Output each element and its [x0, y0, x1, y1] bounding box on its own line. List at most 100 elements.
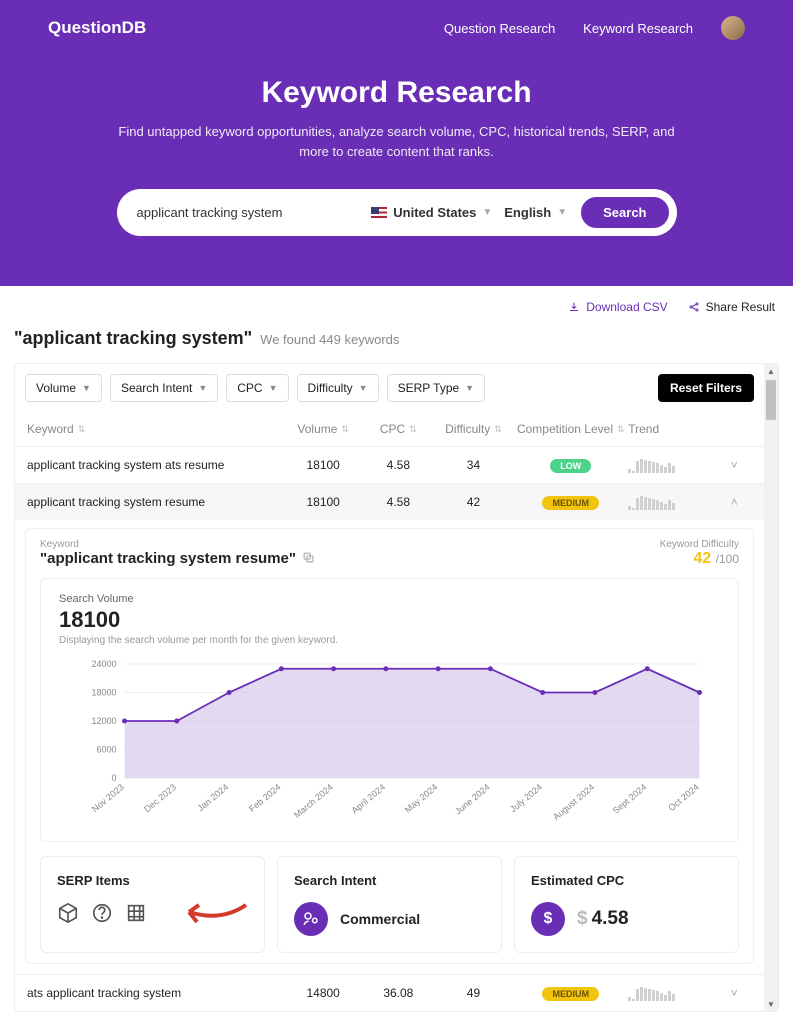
- detail-kd-label: Keyword Difficulty: [660, 539, 739, 550]
- detail-kd-value: 42: [693, 550, 711, 567]
- svg-text:Feb 2024: Feb 2024: [247, 782, 283, 814]
- serp-items-title: SERP Items: [57, 873, 248, 888]
- page-title: Keyword Research: [48, 76, 745, 110]
- cell-competition: MEDIUM: [513, 986, 628, 1001]
- svg-text:Nov 2023: Nov 2023: [90, 782, 126, 814]
- scroll-thumb[interactable]: [766, 380, 776, 420]
- expand-row-button[interactable]: ˅: [717, 986, 752, 1000]
- svg-text:Oct 2024: Oct 2024: [666, 782, 700, 813]
- cell-difficulty: 49: [434, 986, 514, 1000]
- filter-serp-type[interactable]: SERP Type▼: [387, 374, 486, 402]
- svg-text:6000: 6000: [96, 745, 116, 755]
- page-subtitle: Find untapped keyword opportunities, ana…: [117, 122, 677, 161]
- cell-keyword: applicant tracking system resume: [27, 495, 283, 509]
- svg-text:August 2024: August 2024: [551, 782, 596, 822]
- cell-keyword: ats applicant tracking system: [27, 986, 283, 1000]
- trend-sparkline: [628, 494, 716, 510]
- chart-title: Search Volume: [59, 593, 720, 605]
- table-row[interactable]: ats applicant tracking system 14800 36.0…: [15, 974, 764, 1011]
- search-button[interactable]: Search: [579, 195, 670, 230]
- search-intent-card: Search Intent Commercial: [277, 856, 502, 953]
- svg-text:May 2024: May 2024: [403, 782, 440, 815]
- trend-sparkline: [628, 457, 716, 473]
- result-keyword: "applicant tracking system": [14, 328, 252, 349]
- grid-icon: [125, 902, 147, 924]
- expand-row-button[interactable]: ˅: [717, 458, 752, 472]
- us-flag-icon: [371, 207, 387, 218]
- cell-difficulty: 42: [434, 495, 514, 509]
- question-circle-icon: [91, 902, 113, 924]
- cell-cpc: 4.58: [363, 495, 434, 509]
- col-keyword[interactable]: Keyword⇅: [27, 422, 283, 436]
- cell-volume: 18100: [283, 458, 363, 472]
- serp-items-card: SERP Items: [40, 856, 265, 953]
- search-input[interactable]: [137, 205, 360, 220]
- copy-icon[interactable]: [302, 551, 315, 567]
- chart-value: 18100: [59, 607, 720, 633]
- results-panel: ▲ ▼ Volume▼ Search Intent▼ CPC▼ Difficul…: [14, 363, 779, 1012]
- scroll-up-icon[interactable]: ▲: [764, 364, 778, 378]
- cell-trend: [628, 457, 716, 473]
- search-volume-chart: Search Volume 18100 Displaying the searc…: [40, 578, 739, 842]
- filter-cpc[interactable]: CPC▼: [226, 374, 288, 402]
- detail-keyword: "applicant tracking system resume": [40, 550, 296, 567]
- svg-text:Jan 2024: Jan 2024: [196, 782, 231, 813]
- cell-trend: [628, 985, 716, 1001]
- col-volume[interactable]: Volume⇅: [283, 422, 363, 436]
- trend-sparkline: [628, 985, 716, 1001]
- share-result-link[interactable]: Share Result: [688, 300, 775, 314]
- cell-trend: [628, 494, 716, 510]
- col-trend: Trend: [628, 422, 716, 436]
- chart-svg: 06000120001800024000Nov 2023Dec 2023Jan …: [59, 658, 720, 828]
- detail-keyword-label: Keyword: [40, 539, 315, 550]
- estimated-cpc-card: Estimated CPC $ $4.58: [514, 856, 739, 953]
- cell-competition: LOW: [513, 458, 628, 473]
- commercial-icon: [294, 902, 328, 936]
- svg-text:March 2024: March 2024: [292, 782, 335, 820]
- svg-text:July 2024: July 2024: [508, 782, 544, 814]
- cell-cpc: 4.58: [363, 458, 434, 472]
- chevron-down-icon: ▼: [482, 207, 492, 218]
- filter-difficulty[interactable]: Difficulty▼: [297, 374, 379, 402]
- scrollbar[interactable]: ▲ ▼: [764, 364, 778, 1011]
- annotation-arrow-icon: [181, 897, 251, 927]
- download-csv-link[interactable]: Download CSV: [568, 300, 667, 314]
- col-difficulty[interactable]: Difficulty⇅: [434, 422, 514, 436]
- cell-difficulty: 34: [434, 458, 514, 472]
- svg-text:24000: 24000: [91, 659, 116, 669]
- keyword-detail-panel: Keyword "applicant tracking system resum…: [25, 528, 754, 964]
- svg-text:Sept 2024: Sept 2024: [611, 782, 649, 816]
- scroll-down-icon[interactable]: ▼: [764, 997, 778, 1011]
- col-cpc[interactable]: CPC⇅: [363, 422, 434, 436]
- reset-filters-button[interactable]: Reset Filters: [658, 374, 754, 402]
- svg-text:12000: 12000: [91, 716, 116, 726]
- detail-kd-total: /100: [716, 552, 739, 566]
- table-row[interactable]: applicant tracking system ats resume 181…: [15, 446, 764, 483]
- filter-volume[interactable]: Volume▼: [25, 374, 102, 402]
- estimated-cpc-value: 4.58: [592, 908, 629, 929]
- search-intent-value: Commercial: [340, 911, 420, 927]
- cell-volume: 18100: [283, 495, 363, 509]
- cell-competition: MEDIUM: [513, 495, 628, 510]
- filter-search-intent[interactable]: Search Intent▼: [110, 374, 218, 402]
- language-select[interactable]: English ▼: [504, 205, 567, 220]
- nav-question-research[interactable]: Question Research: [444, 21, 555, 36]
- chart-desc: Displaying the search volume per month f…: [59, 635, 720, 646]
- share-icon: [688, 301, 700, 313]
- country-select[interactable]: United States ▼: [371, 205, 492, 220]
- cell-cpc: 36.08: [363, 986, 434, 1000]
- expand-row-button[interactable]: ˄: [717, 495, 752, 509]
- svg-text:June 2024: June 2024: [453, 782, 492, 817]
- download-icon: [568, 301, 580, 313]
- col-competition[interactable]: Competition Level⇅: [513, 422, 628, 436]
- nav-keyword-research[interactable]: Keyword Research: [583, 21, 693, 36]
- logo[interactable]: QuestionDB: [48, 18, 146, 38]
- box-icon: [57, 902, 79, 924]
- avatar[interactable]: [721, 16, 745, 40]
- cell-volume: 14800: [283, 986, 363, 1000]
- table-row[interactable]: applicant tracking system resume 18100 4…: [15, 483, 764, 520]
- search-bar: United States ▼ English ▼ Search: [117, 189, 677, 236]
- svg-text:Dec 2023: Dec 2023: [142, 782, 178, 814]
- svg-text:18000: 18000: [91, 688, 116, 698]
- result-count: We found 449 keywords: [260, 332, 399, 347]
